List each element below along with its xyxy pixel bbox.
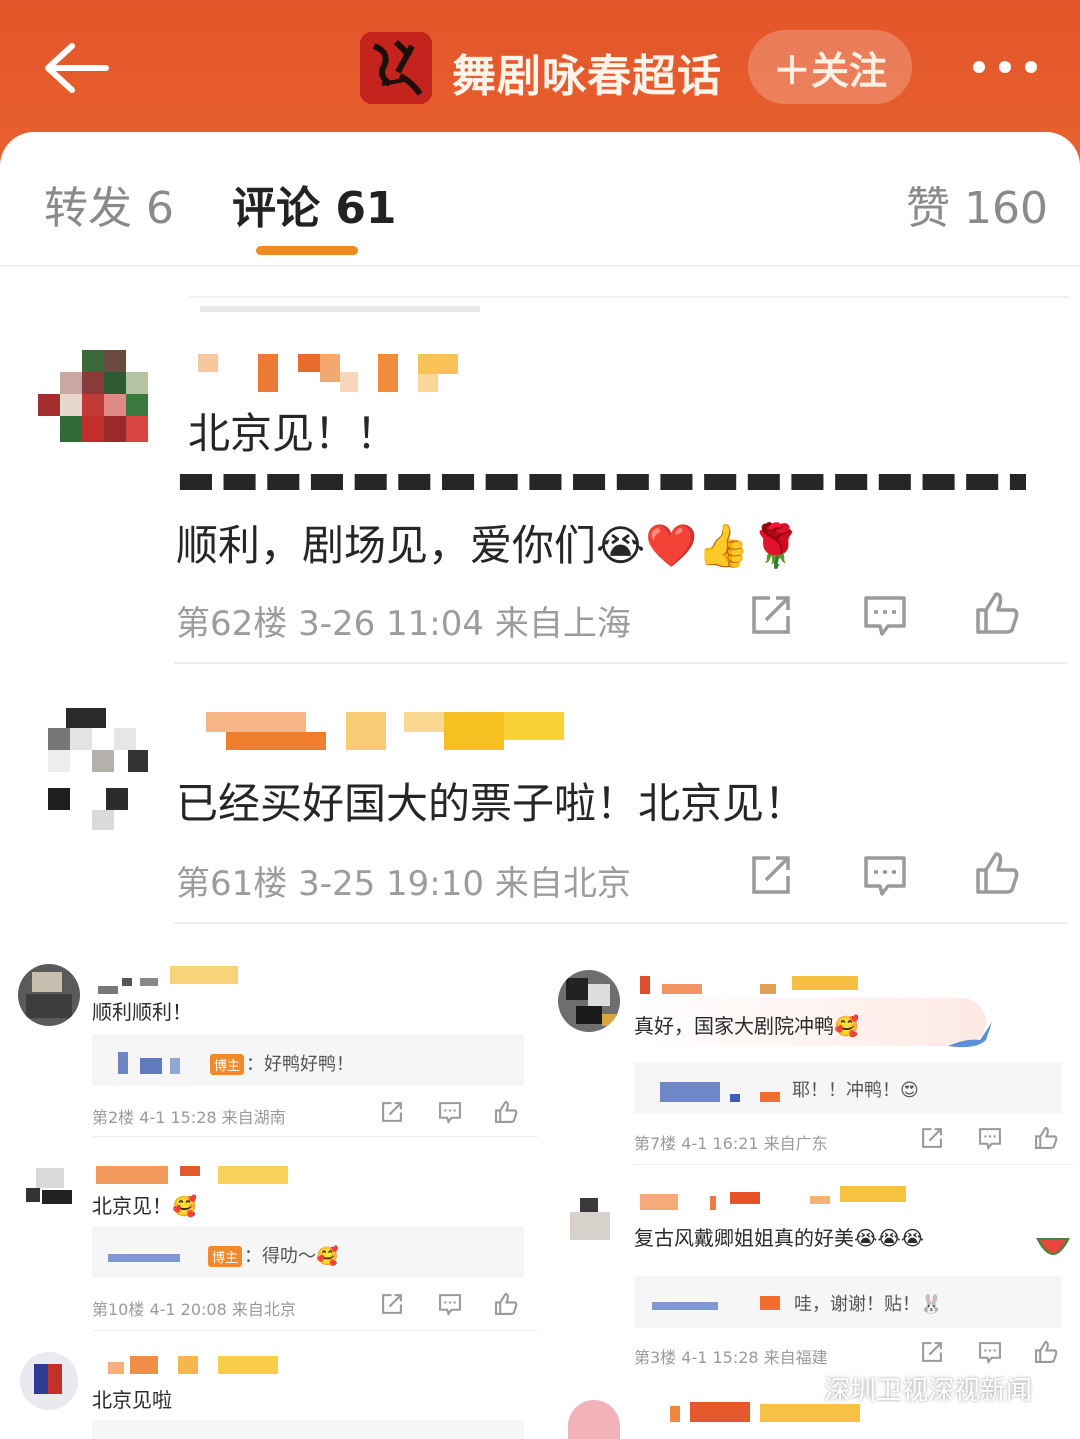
divider	[174, 662, 1068, 664]
share-icon[interactable]	[380, 1100, 404, 1124]
reply-text: 耶！！冲鸭！😍	[792, 1080, 919, 1101]
comment-text: 真好，国家大剧院冲鸭🥰	[634, 1014, 859, 1038]
divider	[92, 1330, 538, 1331]
divider	[190, 296, 1070, 298]
clipped-text-line: ■■■■■■■■■■■■■■■■■■■■■■	[176, 474, 1026, 490]
like-icon[interactable]	[494, 1292, 518, 1316]
like-icon[interactable]	[974, 590, 1020, 636]
bird-sticker-icon	[948, 1022, 992, 1048]
calligraphy-logo-icon	[360, 32, 432, 104]
wechat-icon	[780, 1375, 818, 1402]
tab-forward[interactable]: 转发 6	[44, 172, 174, 236]
like-icon[interactable]	[974, 850, 1020, 896]
comment-meta: 第10楼 4-1 20:08 来自北京	[92, 1300, 296, 1319]
comment-icon[interactable]	[862, 592, 908, 638]
comment-meta: 第7楼 4-1 16:21 来自广东	[634, 1134, 828, 1153]
comment-text: 北京见！！	[188, 409, 399, 458]
comment-meta: 第62楼 3-26 11:04 来自上海	[176, 604, 631, 644]
watermelon-icon	[1036, 1238, 1070, 1255]
divider	[92, 1136, 538, 1137]
more-options-icon[interactable]	[966, 52, 1046, 82]
active-tab-indicator	[256, 246, 358, 255]
avatar[interactable]	[20, 1352, 78, 1410]
comment-text: 北京见啦	[92, 1388, 172, 1412]
like-icon[interactable]	[1034, 1126, 1058, 1150]
share-icon[interactable]	[920, 1126, 944, 1150]
comment-text: 顺利顺利！	[92, 1000, 192, 1024]
reply-text: 哇，谢谢！贴！🐰	[794, 1294, 943, 1315]
topic-logo[interactable]	[360, 32, 432, 104]
watermark: 深圳卫视深视新闻	[780, 1370, 1032, 1407]
share-icon[interactable]	[748, 592, 794, 638]
reply-text: 博主 ：得叻～🥰	[208, 1242, 338, 1268]
topic-title: 舞剧咏春超话	[452, 51, 722, 102]
avatar[interactable]	[38, 344, 158, 454]
comment-meta: 第61楼 3-25 19:10 来自北京	[176, 864, 631, 904]
comment-icon[interactable]	[978, 1340, 1002, 1364]
comment-meta: 第3楼 4-1 15:28 来自福建	[634, 1348, 828, 1367]
comment-icon[interactable]	[438, 1292, 462, 1316]
avatar[interactable]	[558, 970, 620, 1032]
like-icon[interactable]	[1034, 1340, 1058, 1364]
comment-text: 北京见！🥰	[92, 1194, 197, 1218]
tab-bar: 转发 6 评论 61 赞 160	[0, 132, 1080, 267]
avatar[interactable]	[26, 708, 150, 832]
tab-likes[interactable]: 赞 160	[906, 172, 1048, 236]
share-icon[interactable]	[920, 1340, 944, 1364]
comment-text: 复古风戴卿姐姐真的好美😭😭😭	[634, 1226, 925, 1250]
comment-icon[interactable]	[438, 1100, 462, 1124]
comment-icon[interactable]	[978, 1126, 1002, 1150]
avatar[interactable]	[20, 1158, 80, 1218]
like-icon[interactable]	[494, 1100, 518, 1124]
reply-text: 博主 ：好鸭好鸭！	[210, 1050, 354, 1076]
divider	[174, 922, 1068, 924]
avatar[interactable]	[566, 1188, 616, 1244]
follow-button[interactable]: ＋关注	[748, 30, 912, 104]
divider	[200, 306, 480, 312]
share-icon[interactable]	[380, 1292, 404, 1316]
share-icon[interactable]	[748, 852, 794, 898]
back-arrow-icon[interactable]	[40, 38, 112, 98]
comment-text: 已经买好国大的票子啦！北京见！	[176, 779, 807, 828]
tab-comments[interactable]: 评论 61	[232, 172, 397, 236]
divider	[634, 1164, 1074, 1165]
comment-meta: 第2楼 4-1 15:28 来自湖南	[92, 1108, 286, 1127]
comment-text-line: 顺利，剧场见，爱你们😭❤️👍🌹	[176, 521, 802, 570]
avatar[interactable]	[18, 964, 80, 1026]
reply-box[interactable]	[92, 1420, 524, 1439]
comment-icon[interactable]	[862, 852, 908, 898]
